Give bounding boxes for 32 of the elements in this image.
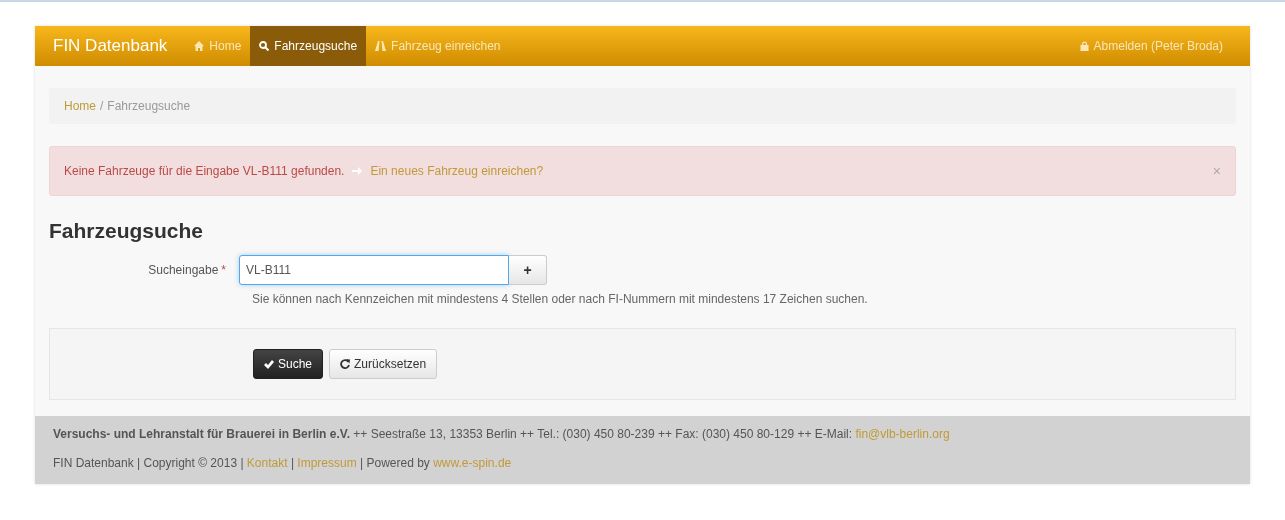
search-input[interactable]: VL-B111	[239, 255, 509, 286]
footer-link[interactable]: fin@vlb-berlin.org	[855, 427, 950, 442]
footer-link[interactable]: www.e-spin.de	[433, 456, 512, 470]
nav-tab[interactable]: Fahrzeugsuche	[250, 26, 367, 66]
home-icon	[194, 41, 205, 51]
footer-link[interactable]: Kontakt	[246, 456, 288, 470]
help-text: Sie können nach Kennzeichen mit mindestens 4 Stellen oder nach FI-Nummern mit mindestens 17 Zeichen suchen.	[252, 291, 869, 309]
alert-link[interactable]: Ein neues Fahrzeug einreichen?	[370, 162, 544, 180]
footer-text: FIN Datenbank | Copyright © 2013 | Kontakt | Impressum | Powered by www.e-spin.de	[53, 455, 513, 472]
close-button[interactable]: ×	[1212, 164, 1221, 178]
logout-link[interactable]: Abmelden (Peter Broda)	[1070, 26, 1232, 66]
alert-message: Keine Fahrzeuge für die Eingabe VL-B111 gefunden.	[64, 163, 345, 180]
required-mark: *	[221, 263, 226, 278]
reset-button[interactable]: Zurücksetzen	[329, 349, 438, 380]
road-icon	[375, 41, 387, 51]
breadcrumb-separator: /	[99, 99, 105, 113]
search-button[interactable]: Suche	[253, 349, 324, 380]
breadcrumb-current: Fahrzeugsuche	[107, 99, 191, 113]
footer-text: Versuchs- und Lehranstalt für Brauerei in Berlin e.V. ++ Seestraße 13, 13353 Berlin ++ Tel.: (030) 450 80-239 ++ Fax: (030) 450 80-129 ++ E-Mail: fin@vlb-berlin.org	[53, 426, 951, 443]
page-heading: Fahrzeugsuche	[49, 218, 205, 244]
nav-tab[interactable]: Home	[185, 26, 251, 66]
add-button[interactable]: +	[509, 255, 547, 286]
field-label: Sucheingabe	[148, 263, 219, 278]
lock-icon	[1079, 41, 1089, 51]
search-icon	[259, 41, 270, 51]
arrow-icon	[352, 167, 363, 175]
nav-tab[interactable]: Fahrzeug einreichen	[366, 26, 510, 66]
breadcrumb-link[interactable]: Home	[64, 99, 96, 113]
refresh-icon	[340, 359, 351, 370]
footer-link[interactable]: Impressum	[297, 456, 357, 470]
check-icon	[264, 359, 274, 369]
brand-title[interactable]: FIN Datenbank	[53, 26, 168, 66]
